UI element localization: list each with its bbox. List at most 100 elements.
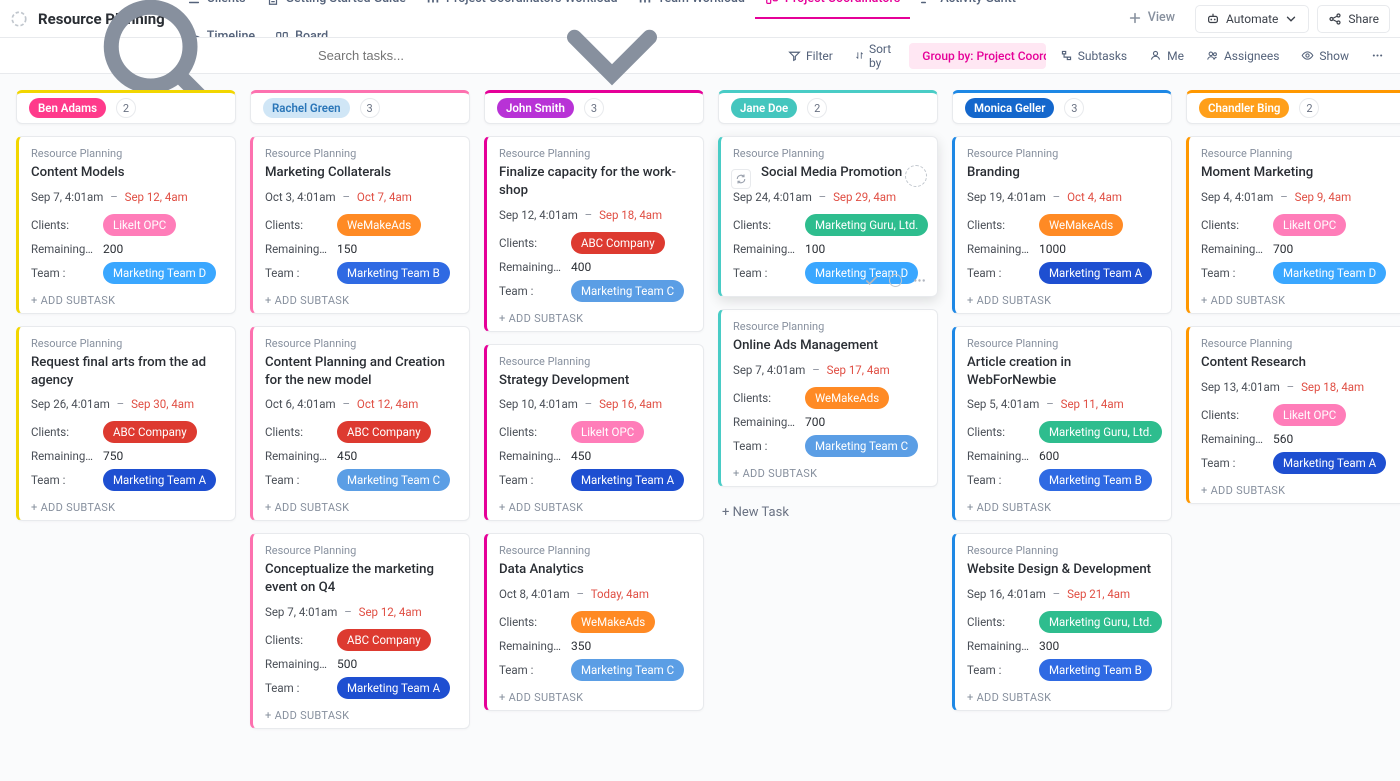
column: John Smith 3 Resource Planning Finalize … xyxy=(484,90,704,723)
automate-button[interactable]: Automate xyxy=(1195,5,1309,33)
status-circle[interactable] xyxy=(889,274,902,287)
task-title: Article creation in WebForNewbie xyxy=(967,354,1159,390)
client-tag[interactable]: ABC Company xyxy=(337,421,431,443)
client-tag[interactable]: WeMakeAds xyxy=(337,214,421,236)
search-input[interactable] xyxy=(316,47,456,64)
check-icon[interactable] xyxy=(864,273,879,288)
client-tag[interactable]: Marketing Guru, Ltd. xyxy=(1039,611,1162,633)
team-tag[interactable]: Marketing Team A xyxy=(103,469,216,491)
add-subtask-button[interactable]: + ADD SUBTASK xyxy=(31,497,223,514)
add-subtask-button[interactable]: + ADD SUBTASK xyxy=(499,687,691,704)
column-name: Monica Geller xyxy=(965,98,1054,118)
team-tag[interactable]: Marketing Team C xyxy=(571,659,684,681)
task-title: Request final arts from the ad agency xyxy=(31,354,223,390)
tab-activity-gantt[interactable]: Activity Gantt xyxy=(910,0,1025,19)
client-tag[interactable]: ABC Company xyxy=(571,232,665,254)
client-tag[interactable]: LikeIt OPC xyxy=(1273,404,1346,426)
task-card[interactable]: Resource Planning Content Research Sep 1… xyxy=(1186,326,1400,504)
team-tag[interactable]: Marketing Team C xyxy=(571,280,684,302)
remaining-value: 500 xyxy=(337,657,357,671)
team-tag[interactable]: Marketing Team A xyxy=(337,677,450,699)
client-tag[interactable]: WeMakeAds xyxy=(805,387,889,409)
add-subtask-button[interactable]: + ADD SUBTASK xyxy=(967,687,1159,704)
sortby-button[interactable]: Sort by xyxy=(847,43,903,69)
client-tag[interactable]: LikeIt OPC xyxy=(1273,214,1346,236)
team-tag[interactable]: Marketing Team D xyxy=(1273,262,1386,284)
add-subtask-button[interactable]: + ADD SUBTASK xyxy=(967,290,1159,307)
task-card[interactable]: Resource Planning Content Planning and C… xyxy=(250,326,470,522)
more-icon[interactable] xyxy=(912,273,927,288)
add-subtask-button[interactable]: + ADD SUBTASK xyxy=(265,705,457,722)
team-tag[interactable]: Marketing Team A xyxy=(571,469,684,491)
breadcrumb: Resource Planning xyxy=(31,147,223,160)
add-subtask-button[interactable]: + ADD SUBTASK xyxy=(265,497,457,514)
assignee-placeholder[interactable] xyxy=(905,165,927,187)
client-tag[interactable]: ABC Company xyxy=(103,421,197,443)
client-tag[interactable]: LikeIt OPC xyxy=(571,421,644,443)
task-card[interactable]: Resource Planning Website Design & Devel… xyxy=(952,533,1172,711)
client-tag[interactable]: Marketing Guru, Ltd. xyxy=(805,214,928,236)
team-tag[interactable]: Marketing Team B xyxy=(337,262,450,284)
column-header[interactable]: John Smith 3 xyxy=(484,90,704,124)
add-subtask-button[interactable]: + ADD SUBTASK xyxy=(499,308,691,325)
task-card[interactable]: Resource Planning Request final arts fro… xyxy=(16,326,236,522)
column-header[interactable]: Rachel Green 3 xyxy=(250,90,470,124)
add-subtask-button[interactable]: + ADD SUBTASK xyxy=(499,497,691,514)
client-tag[interactable]: ABC Company xyxy=(337,629,431,651)
sort-icon xyxy=(855,49,864,62)
task-title: Website Design & Development xyxy=(967,561,1159,579)
task-card[interactable]: Resource Planning Online Ads Management … xyxy=(718,309,938,487)
column-header[interactable]: Jane Doe 2 xyxy=(718,90,938,124)
column-header[interactable]: Ben Adams 2 xyxy=(16,90,236,124)
breadcrumb: Resource Planning xyxy=(967,337,1159,350)
task-card[interactable]: Resource Planning Data Analytics Oct 8, … xyxy=(484,533,704,711)
chevron-down-icon xyxy=(1284,12,1298,26)
column-header[interactable]: Monica Geller 3 xyxy=(952,90,1172,124)
column-header[interactable]: Chandler Bing 2 xyxy=(1186,90,1400,124)
client-tag[interactable]: WeMakeAds xyxy=(571,611,655,633)
assignees-filter[interactable]: Assignees xyxy=(1198,43,1287,69)
team-tag[interactable]: Marketing Team B xyxy=(1039,469,1152,491)
groupby-button[interactable]: Group by: Project Coordin... xyxy=(909,43,1045,69)
task-title: Marketing Collaterals xyxy=(265,164,457,182)
user-icon xyxy=(1149,49,1162,62)
task-card[interactable]: Resource Planning Branding Sep 19, 4:01a… xyxy=(952,136,1172,314)
share-button[interactable]: Share xyxy=(1317,5,1390,33)
task-title: Data Analytics xyxy=(499,561,691,579)
add-subtask-button[interactable]: + ADD SUBTASK xyxy=(1201,290,1393,307)
task-card[interactable]: Resource Planning Conceptualize the mark… xyxy=(250,533,470,729)
task-card[interactable]: Resource Planning Finalize capacity for … xyxy=(484,136,704,332)
add-subtask-button[interactable]: + ADD SUBTASK xyxy=(1201,480,1393,497)
add-subtask-button[interactable]: + ADD SUBTASK xyxy=(31,290,223,307)
client-tag[interactable]: Marketing Guru, Ltd. xyxy=(1039,421,1162,443)
add-view-button[interactable]: View xyxy=(1118,0,1185,38)
task-card[interactable]: Resource Planning Strategy Development S… xyxy=(484,344,704,522)
tab-pc[interactable]: Project Coordinators xyxy=(755,0,911,19)
more-options[interactable] xyxy=(1363,43,1392,69)
task-card[interactable]: Resource Planning Content Models Sep 7, … xyxy=(16,136,236,314)
client-tag[interactable]: LikeIt OPC xyxy=(103,214,176,236)
task-card[interactable]: Resource Planning Article creation in We… xyxy=(952,326,1172,522)
team-tag[interactable]: Marketing Team A xyxy=(1039,262,1152,284)
column-count: 2 xyxy=(1299,98,1319,118)
task-card[interactable]: Resource Planning Social Media Promotion… xyxy=(718,136,938,297)
team-tag[interactable]: Marketing Team A xyxy=(1273,452,1386,474)
show-options[interactable]: Show xyxy=(1293,43,1357,69)
me-filter[interactable]: Me xyxy=(1141,43,1192,69)
filter-button[interactable]: Filter xyxy=(780,43,841,69)
breadcrumb: Resource Planning xyxy=(733,320,925,333)
new-task-button[interactable]: + New Task xyxy=(718,499,938,526)
team-tag[interactable]: Marketing Team B xyxy=(1039,659,1152,681)
subtasks-button[interactable]: Subtasks xyxy=(1052,43,1135,69)
team-tag[interactable]: Marketing Team D xyxy=(103,262,216,284)
task-card[interactable]: Resource Planning Marketing Collaterals … xyxy=(250,136,470,314)
add-subtask-button[interactable]: + ADD SUBTASK xyxy=(265,290,457,307)
add-subtask-button[interactable]: + ADD SUBTASK xyxy=(967,497,1159,514)
team-tag[interactable]: Marketing Team C xyxy=(337,469,450,491)
recurring-icon[interactable] xyxy=(731,169,751,189)
team-tag[interactable]: Marketing Team C xyxy=(805,435,918,457)
remaining-value: 200 xyxy=(103,242,123,256)
add-subtask-button[interactable]: + ADD SUBTASK xyxy=(733,463,925,480)
task-card[interactable]: Resource Planning Moment Marketing Sep 4… xyxy=(1186,136,1400,314)
client-tag[interactable]: WeMakeAds xyxy=(1039,214,1123,236)
